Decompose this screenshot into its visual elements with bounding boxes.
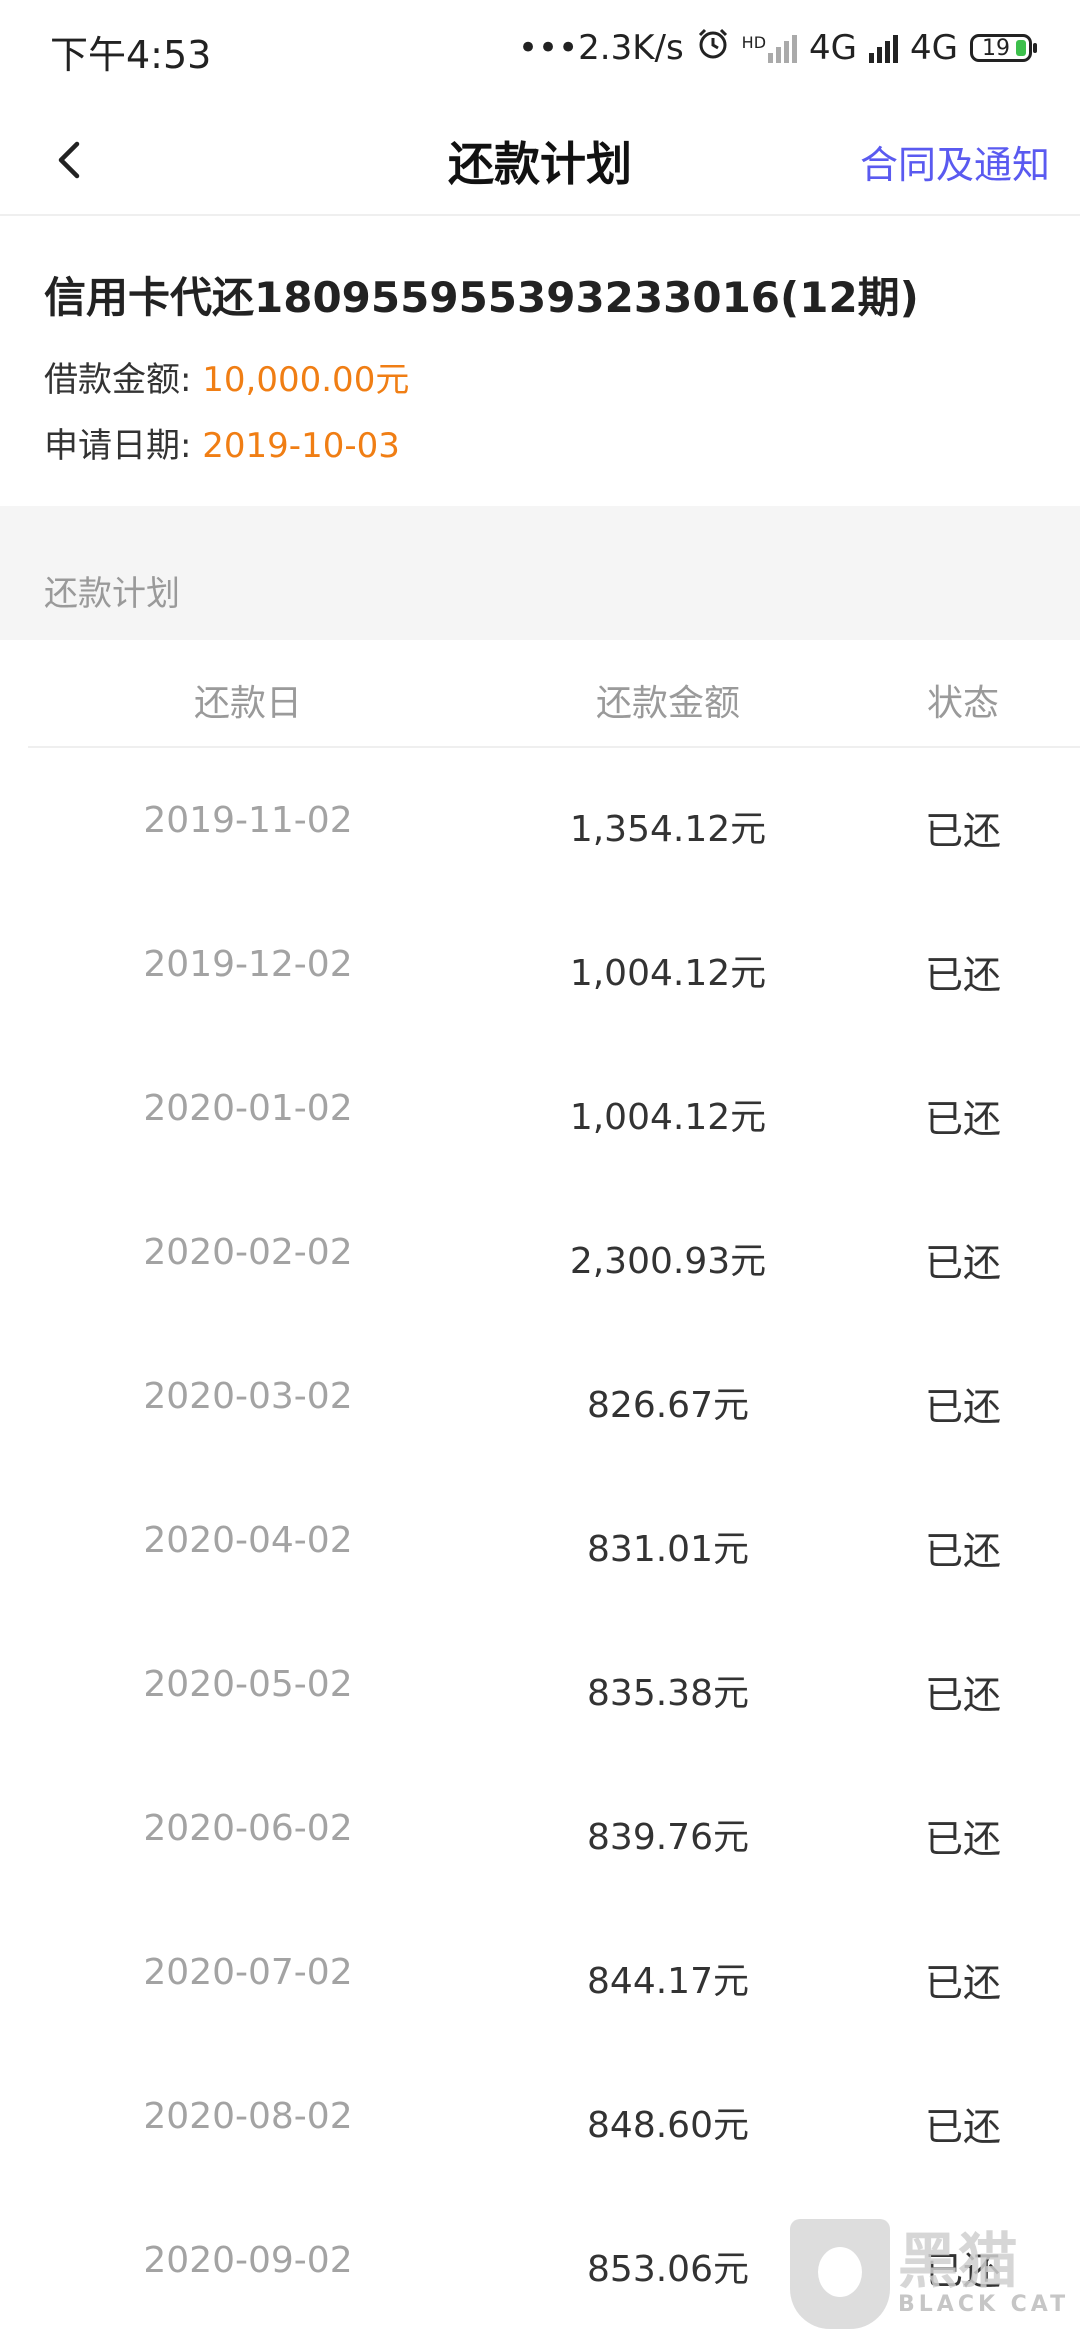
network-type-2: 4G (910, 28, 958, 68)
table-row: 2020-07-02 844.17元 已还 (28, 1900, 1080, 2044)
section-label: 还款计划 (44, 574, 180, 614)
row-date: 2019-11-02 (143, 800, 353, 841)
status-time: 下午4:53 (50, 33, 212, 77)
table-row: 2020-02-02 2,300.93元 已还 (28, 1180, 1080, 1324)
row-date: 2020-01-02 (143, 1088, 353, 1129)
contract-notice-link[interactable]: 合同及通知 (860, 134, 1050, 189)
row-status: 已还 (924, 1385, 1001, 1429)
row-amount: 2,300.93元 (569, 1241, 767, 1282)
row-amount: 835.38元 (587, 1673, 749, 1714)
table-row: 2020-04-02 831.01元 已还 (28, 1468, 1080, 1612)
signal-bars-icon (768, 33, 798, 63)
loan-amount-value: 10,000.00元 (202, 360, 410, 400)
row-amount: 1,354.12元 (569, 809, 767, 850)
header-status: 状态 (926, 683, 999, 724)
row-status: 已还 (924, 953, 1001, 997)
cat-logo-icon (790, 2219, 890, 2329)
table-row: 2020-01-02 1,004.12元 已还 (28, 1036, 1080, 1180)
apply-date-row: 申请日期: 2019-10-03 (44, 418, 400, 467)
nav-bar: 还款计划 合同及通知 (0, 100, 1080, 216)
row-date: 2020-09-02 (143, 2240, 353, 2281)
row-amount: 1,004.12元 (569, 1097, 767, 1138)
row-date: 2020-05-02 (143, 1664, 353, 1705)
apply-date-label: 申请日期: (44, 426, 192, 466)
alarm-clock-icon (696, 27, 730, 70)
row-status: 已还 (924, 2105, 1001, 2149)
row-date: 2020-03-02 (143, 1376, 353, 1417)
header-amount: 还款金额 (595, 683, 740, 724)
row-date: 2020-08-02 (143, 2096, 353, 2137)
row-amount: 826.67元 (587, 1385, 749, 1426)
table-row: 2020-03-02 826.67元 已还 (28, 1324, 1080, 1468)
loan-title: 信用卡代还180955955393233016(12期) (44, 273, 919, 322)
table-row: 2019-12-02 1,004.12元 已还 (28, 892, 1080, 1036)
hd-label: HD (741, 33, 767, 52)
row-amount: 839.76元 (587, 1817, 749, 1858)
loan-info: 信用卡代还180955955393233016(12期) 借款金额: 10,00… (0, 216, 1080, 506)
watermark-cn: 黑猫 (898, 2226, 1018, 2297)
row-amount: 831.01元 (587, 1529, 749, 1570)
signal-bars-icon (869, 33, 899, 63)
repayment-table: 2019-11-02 1,354.12元 已还 2019-12-02 1,004… (28, 748, 1080, 2332)
loan-amount-label: 借款金额: (44, 360, 192, 400)
table-row: 2019-11-02 1,354.12元 已还 (28, 748, 1080, 892)
table-row: 2020-08-02 848.60元 已还 (28, 2044, 1080, 2188)
row-date: 2020-02-02 (143, 1232, 353, 1273)
row-date: 2020-04-02 (143, 1520, 353, 1561)
row-status: 已还 (924, 1817, 1001, 1861)
apply-date-value: 2019-10-03 (202, 426, 400, 466)
table-header: 还款日 还款金额 状态 (28, 640, 1080, 748)
header-date: 还款日 (193, 683, 302, 724)
row-date: 2020-06-02 (143, 1808, 353, 1849)
status-bar: 下午4:53 •••2.3K/s HD 4G 4G 19 (0, 0, 1080, 100)
table-row: 2020-06-02 839.76元 已还 (28, 1756, 1080, 1900)
black-cat-watermark: 黑猫 BLACK CAT (790, 2214, 1070, 2334)
row-amount: 844.17元 (587, 1961, 749, 2002)
row-amount: 848.60元 (587, 2105, 749, 2146)
row-status: 已还 (924, 1241, 1001, 1285)
row-status: 已还 (924, 809, 1001, 853)
battery-icon: 19 (970, 34, 1037, 62)
status-indicators: •••2.3K/s HD 4G 4G 19 (517, 26, 1037, 70)
row-status: 已还 (924, 1529, 1001, 1573)
row-status: 已还 (924, 1673, 1001, 1717)
loan-amount-row: 借款金额: 10,000.00元 (44, 352, 409, 401)
section-header: 还款计划 (0, 506, 1080, 640)
row-date: 2019-12-02 (143, 944, 353, 985)
row-amount: 1,004.12元 (569, 953, 767, 994)
row-date: 2020-07-02 (143, 1952, 353, 1993)
table-row: 2020-05-02 835.38元 已还 (28, 1612, 1080, 1756)
network-type-1: 4G (809, 28, 858, 68)
watermark-en: BLACK CAT (898, 2291, 1070, 2317)
row-status: 已还 (924, 1097, 1001, 1141)
row-status: 已还 (924, 1961, 1001, 2005)
network-speed: •••2.3K/s (517, 28, 684, 68)
battery-level: 19 (982, 35, 1010, 61)
